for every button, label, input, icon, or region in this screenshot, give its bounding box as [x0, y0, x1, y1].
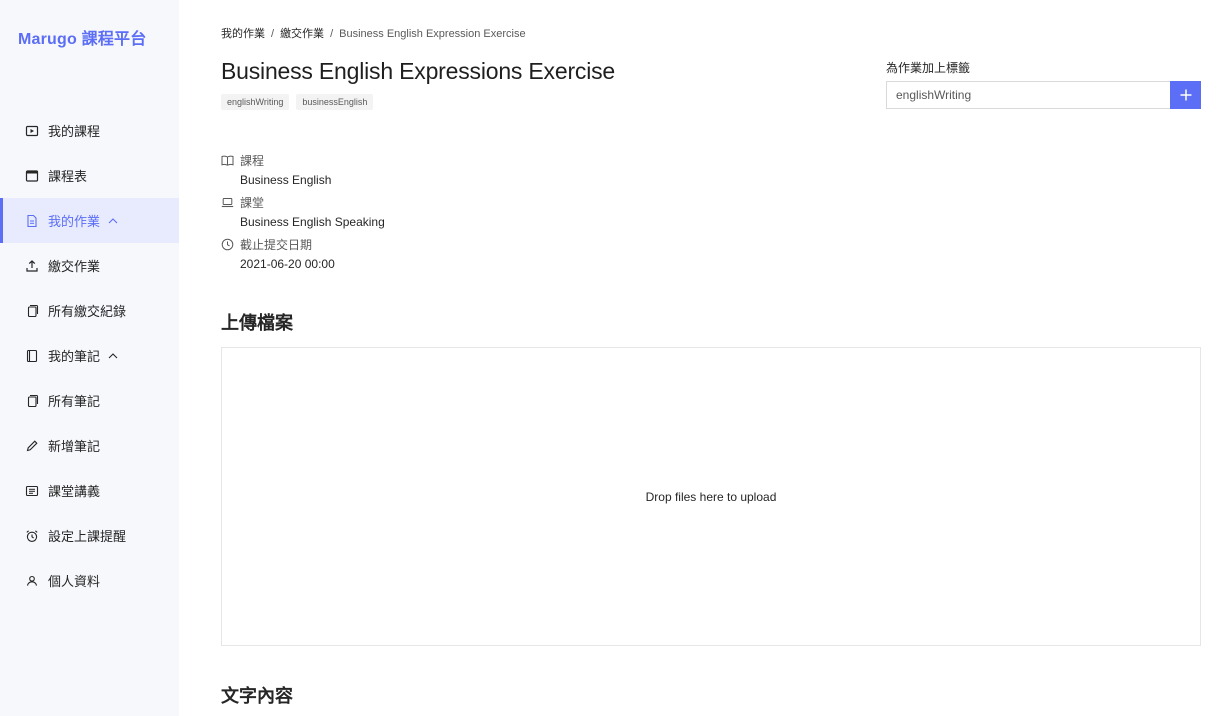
tag-input-label: 為作業加上標籤: [886, 61, 971, 75]
tag: englishWriting: [221, 94, 290, 110]
laptop-icon: [221, 196, 234, 209]
sidebar-item-label: 我的課程: [48, 124, 101, 139]
sidebar-item-label: 設定上課提醒: [48, 529, 127, 544]
copy-icon: [25, 304, 39, 318]
meta-class: 課堂 Business English Speaking: [221, 194, 385, 236]
sidebar-item-my-courses[interactable]: 我的課程: [0, 108, 179, 153]
dropzone-text: Drop files here to upload: [645, 489, 777, 504]
breadcrumb-current: Business English Expression Exercise: [339, 28, 526, 40]
copy-icon: [25, 394, 39, 408]
breadcrumb: 我的作業 / 繳交作業 / Business English Expression Ex…: [221, 25, 526, 41]
text-content-section-title: 文字內容: [221, 686, 293, 706]
sidebar-item-all-notes[interactable]: 所有筆記: [0, 378, 179, 423]
upload-icon: [25, 259, 39, 273]
breadcrumb-separator: /: [330, 28, 334, 40]
breadcrumb-my-assignments[interactable]: 我的作業: [221, 28, 265, 40]
sidebar-item-label: 我的作業: [48, 214, 101, 229]
sidebar-item-label: 個人資料: [48, 574, 101, 589]
tag-list: englishWriting businessEnglish: [221, 94, 374, 110]
breadcrumb-submit-assignment[interactable]: 繳交作業: [280, 28, 324, 40]
meta-value: Business English: [240, 173, 332, 187]
sidebar-item-profile[interactable]: 個人資料: [0, 558, 179, 603]
meta-value: Business English Speaking: [240, 215, 385, 229]
meta-label: 截止提交日期: [240, 238, 313, 252]
sidebar-item-schedule[interactable]: 課程表: [0, 153, 179, 198]
page-title: Business English Expressions Exercise: [221, 58, 615, 84]
sidebar-item-class-reminder[interactable]: 設定上課提醒: [0, 513, 179, 558]
sidebar-item-all-submissions[interactable]: 所有繳交紀錄: [0, 288, 179, 333]
file-text-icon: [25, 214, 39, 228]
tag-input[interactable]: englishWriting: [886, 81, 1170, 109]
sidebar-item-my-assignments[interactable]: 我的作業: [0, 198, 179, 243]
breadcrumb-separator: /: [271, 28, 275, 40]
upload-section-title: 上傳檔案: [221, 313, 293, 333]
assignment-meta: 課程 Business English 課堂 Business English …: [221, 152, 385, 278]
sidebar-item-label: 課程表: [48, 169, 88, 184]
book-icon: [25, 349, 39, 363]
file-dropzone[interactable]: Drop files here to upload: [221, 347, 1201, 646]
chevron-up-icon[interactable]: [108, 216, 118, 226]
meta-deadline: 截止提交日期 2021-06-20 00:00: [221, 236, 385, 278]
sidebar-item-label: 新增筆記: [48, 439, 101, 454]
sidebar-item-handouts[interactable]: 課堂講義: [0, 468, 179, 513]
brand-logo[interactable]: Marugo 課程平台: [18, 25, 146, 49]
plus-icon: [1180, 89, 1191, 101]
sidebar-item-submit-assignment[interactable]: 繳交作業: [0, 243, 179, 288]
clock-icon: [221, 238, 234, 251]
sidebar-item-add-note[interactable]: 新增筆記: [0, 423, 179, 468]
book-open-icon: [221, 154, 234, 167]
sidebar-nav: 我的課程 課程表 我的作業 繳交作業 所有繳交紀錄 我的筆記 所有筆記 新增筆記…: [0, 108, 179, 603]
edit-icon: [25, 439, 39, 453]
sidebar-item-my-notes[interactable]: 我的筆記: [0, 333, 179, 378]
calendar-icon: [25, 169, 39, 183]
sidebar-item-label: 課堂講義: [48, 484, 101, 499]
meta-value: 2021-06-20 00:00: [240, 257, 335, 271]
meta-course: 課程 Business English: [221, 152, 385, 194]
profile-icon: [25, 484, 39, 498]
meta-label: 課程: [240, 154, 265, 168]
meta-label: 課堂: [240, 196, 265, 210]
sidebar-item-label: 繳交作業: [48, 259, 101, 274]
chevron-up-icon[interactable]: [108, 351, 118, 361]
sidebar-item-label: 我的筆記: [48, 349, 101, 364]
sidebar-item-label: 所有筆記: [48, 394, 101, 409]
sidebar: Marugo 課程平台 我的課程 課程表 我的作業 繳交作業 所有繳交紀錄 我的…: [0, 0, 179, 716]
sidebar-item-label: 所有繳交紀錄: [48, 304, 127, 319]
add-tag-button[interactable]: [1170, 81, 1201, 109]
user-icon: [25, 574, 39, 588]
tag-input-group: englishWriting: [886, 81, 1201, 109]
tag: businessEnglish: [296, 94, 374, 110]
play-square-icon: [25, 124, 39, 138]
alarm-clock-icon: [25, 529, 39, 543]
